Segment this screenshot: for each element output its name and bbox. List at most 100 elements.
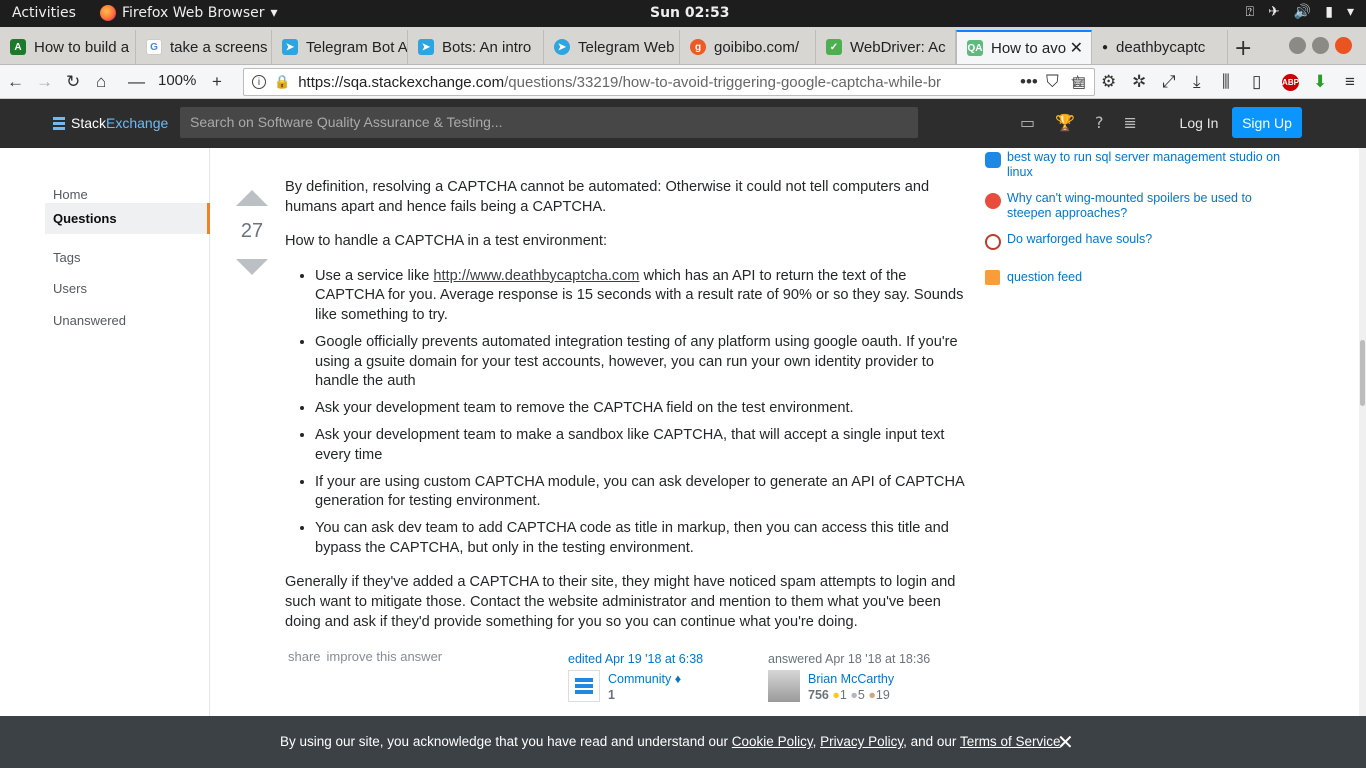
close-banner-icon[interactable]: ✕ [1057, 730, 1074, 755]
logo-stack-text: Stack [71, 115, 107, 131]
airplane-icon: ✈ [1268, 4, 1280, 20]
question-feed-link[interactable]: question feed [1007, 270, 1082, 285]
zoom-out-icon[interactable]: — [128, 72, 145, 92]
library-icon[interactable]: ⫼ [1222, 72, 1230, 92]
list-item: You can ask dev team to add CAPTCHA code… [315, 519, 967, 558]
list-item-text: Use a service like [315, 267, 434, 284]
system-tray[interactable]: ⍰ ✈ 🔊 ▮ ▾ [1246, 4, 1354, 20]
chevron-down-icon: ▾ [270, 5, 278, 21]
privacy-policy-link[interactable]: Privacy Policy [820, 734, 903, 749]
fullscreen-icon[interactable]: ⤢ [1162, 72, 1176, 92]
adblock-icon[interactable]: ABP [1282, 74, 1299, 91]
author-name[interactable]: Brian McCarthy [808, 672, 894, 686]
scrollbar-thumb[interactable] [1360, 340, 1365, 406]
close-window-icon[interactable] [1335, 37, 1352, 54]
close-tab-icon[interactable]: ✕ [1070, 38, 1083, 58]
cookie-banner: By using our site, you acknowledge that … [0, 716, 1366, 768]
tab-1[interactable]: G take a screens [136, 30, 272, 64]
nav-item-tags[interactable]: Tags [45, 242, 210, 273]
bookmark-star-icon[interactable]: ☆ [1070, 72, 1085, 92]
minimize-icon[interactable] [1289, 37, 1306, 54]
download-helper-icon[interactable]: ⬇ [1313, 72, 1327, 92]
tab-3[interactable]: ➤ Bots: An intro [408, 30, 544, 64]
editor-card: Community ♦ 1 [568, 670, 768, 706]
login-button[interactable]: Log In [1168, 107, 1230, 138]
url-bar[interactable]: i 🔒 https://sqa.stackexchange.com/questi… [243, 68, 1095, 96]
new-tab-icon[interactable]: + [1234, 36, 1252, 61]
url-text[interactable]: https://sqa.stackexchange.com/questions/… [298, 74, 978, 91]
deathbycaptcha-link[interactable]: http://www.deathbycaptcha.com [433, 268, 639, 284]
community-avatar[interactable] [568, 670, 600, 702]
search-input[interactable]: Search on Software Quality Assurance & T… [180, 107, 918, 138]
battery-icon: ▮ [1325, 4, 1333, 20]
database-icon [985, 152, 1001, 168]
help-icon[interactable]: ? [1095, 113, 1104, 132]
hot-question-link[interactable]: best way to run sql server management st… [1007, 150, 1287, 180]
tab-4[interactable]: ➤ Telegram Web [544, 30, 680, 64]
tab-0[interactable]: A How to build a [0, 30, 136, 64]
terms-link[interactable]: Terms of Service [960, 734, 1061, 749]
rpg-icon [985, 234, 1001, 250]
inbox-icon[interactable]: ▭ [1020, 113, 1035, 132]
tab-label: How to build a [34, 38, 130, 56]
page-actions-icon[interactable]: ••• [1020, 72, 1038, 92]
hot-question-link[interactable]: Why can't wing-mounted spoilers be used … [1007, 191, 1287, 221]
share-link[interactable]: share [288, 649, 321, 664]
lock-icon[interactable]: 🔒 [274, 74, 290, 90]
upvote-icon[interactable] [236, 190, 268, 206]
extension-icon[interactable]: ⚙ [1101, 72, 1116, 92]
gnome-top-bar: Activities Firefox Web Browser ▾ Sun 02:… [0, 0, 1366, 27]
author-avatar[interactable] [768, 670, 800, 702]
edited-time[interactable]: edited Apr 19 '18 at 6:38 [568, 652, 703, 666]
site-switcher-icon[interactable]: ≣ [1124, 113, 1137, 132]
download-icon[interactable]: ⤓ [1193, 72, 1201, 92]
downvote-icon[interactable] [236, 259, 268, 275]
menu-icon[interactable]: ≡ [1345, 72, 1355, 92]
zoom-in-icon[interactable]: + [212, 72, 222, 92]
tab-8[interactable]: ● deathbycaptc [1092, 30, 1228, 64]
trophy-icon[interactable]: 🏆 [1055, 113, 1075, 132]
bronze-badge-count: 19 [875, 688, 890, 702]
info-icon[interactable]: i [252, 75, 266, 89]
author-rep: 756 ●1 ●5 ●19 [808, 688, 890, 702]
editor-name-text[interactable]: Community [608, 672, 671, 686]
app-menu[interactable]: Firefox Web Browser ▾ [100, 5, 278, 21]
improve-link[interactable]: improve this answer [327, 649, 443, 664]
tab-6[interactable]: ✓ WebDriver: Ac [816, 30, 956, 64]
question-feed[interactable]: question feed [985, 270, 1082, 285]
tab-2[interactable]: ➤ Telegram Bot A [272, 30, 408, 64]
stackexchange-icon [53, 116, 65, 130]
maximize-icon[interactable] [1312, 37, 1329, 54]
telegram-icon: ➤ [282, 39, 298, 55]
editor-name[interactable]: Community ♦ [608, 672, 681, 686]
stackexchange-logo[interactable]: StackExchange [53, 115, 168, 131]
settings-icon[interactable]: ✲ [1132, 72, 1146, 92]
gold-badge-count: 1 [839, 688, 847, 702]
reload-icon[interactable]: ↻ [66, 72, 80, 92]
app-name: Firefox Web Browser [122, 5, 265, 21]
sidebar-icon[interactable]: ▯ [1252, 72, 1261, 92]
cookie-text: By using our site, you acknowledge that … [280, 734, 732, 749]
activities-button[interactable]: Activities [12, 5, 76, 21]
pocket-icon[interactable]: ⛉ [1046, 72, 1059, 92]
tab-7-active[interactable]: QA How to avo ✕ [956, 30, 1092, 64]
firefox-icon [100, 5, 116, 21]
list-item: Google officially prevents automated int… [315, 333, 967, 392]
clock[interactable]: Sun 02:53 [650, 5, 729, 21]
network-icon: ⍰ [1245, 4, 1255, 20]
zoom-level[interactable]: 100% [158, 72, 196, 89]
cookie-policy-link[interactable]: Cookie Policy [732, 734, 813, 749]
dot-icon: ● [1102, 41, 1109, 53]
signup-button[interactable]: Sign Up [1232, 107, 1302, 138]
nav-item-questions[interactable]: Questions [45, 203, 210, 234]
chevron-down-icon: ▾ [1346, 4, 1354, 20]
back-icon[interactable]: ← [7, 72, 24, 92]
nav-item-unanswered[interactable]: Unanswered [45, 305, 210, 336]
nav-item-users[interactable]: Users [45, 273, 210, 304]
tab-5[interactable]: g goibibo.com/ [680, 30, 816, 64]
page-scrollbar[interactable] [1359, 148, 1366, 716]
forward-icon[interactable]: → [36, 72, 53, 92]
editor-rep: 1 [608, 688, 615, 702]
hot-question-link[interactable]: Do warforged have souls? [1007, 232, 1287, 247]
home-icon[interactable]: ⌂ [96, 72, 106, 92]
